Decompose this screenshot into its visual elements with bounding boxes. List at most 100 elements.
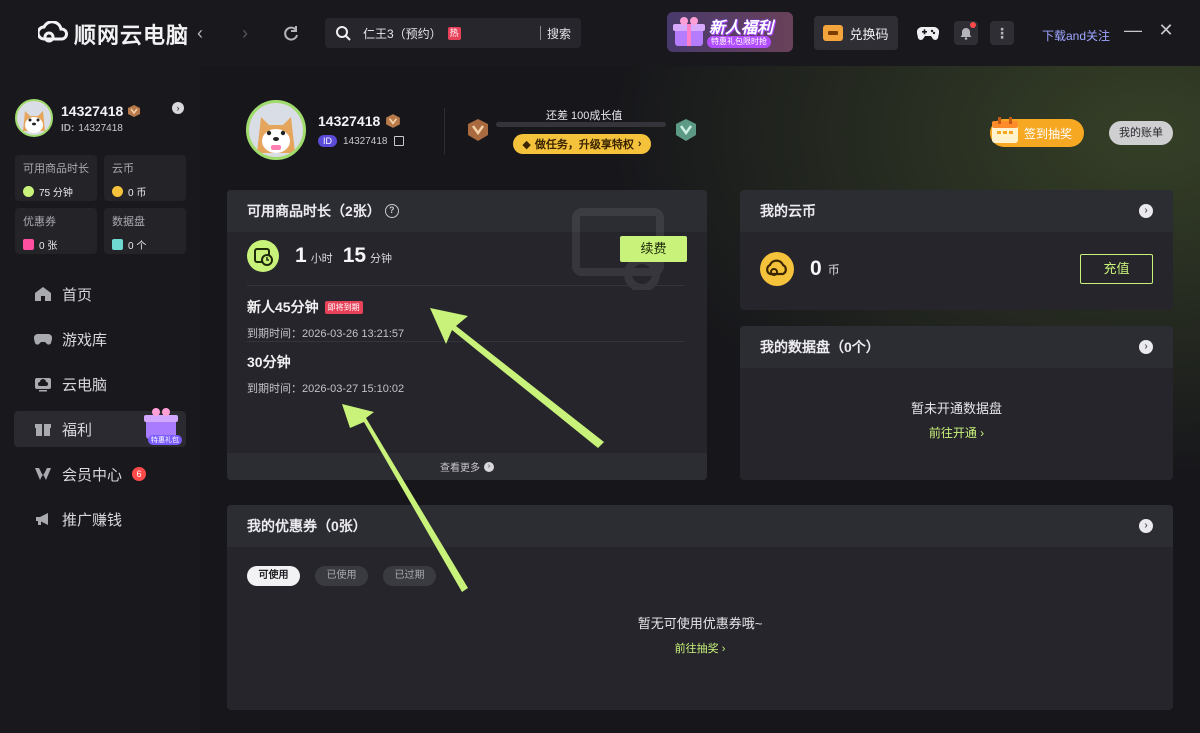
stat-card-coins[interactable]: 云币 0 币 — [104, 155, 186, 201]
vip-icon — [35, 468, 51, 480]
notification-dot — [970, 22, 976, 28]
vip-count-badge: 6 — [132, 467, 147, 481]
duration-hours: 1 — [295, 244, 307, 267]
back-arrow-icon[interactable]: ‹ — [191, 24, 209, 42]
sidebar-user[interactable]: 14327418 ID: 14327418 — [15, 99, 141, 137]
recharge-button[interactable]: 充值 — [1080, 254, 1153, 284]
stat-label: 数据盘 — [112, 216, 145, 228]
app-logo[interactable]: 顺网云电脑 — [38, 20, 189, 48]
open-disk-link[interactable]: 前往开通 › — [740, 424, 1173, 441]
coin-unit: 币 — [827, 262, 840, 277]
close-icon[interactable]: ✕ — [1154, 18, 1178, 42]
panel-title: 我的数据盘（0个） — [760, 339, 880, 355]
empty-state-text: 暂未开通数据盘 — [910, 401, 1002, 416]
header-divider — [444, 108, 445, 154]
data-disk-panel: 我的数据盘（0个） › 暂未开通数据盘 前往开通 › — [740, 326, 1173, 480]
renew-button[interactable]: 续费 — [620, 236, 687, 262]
forward-arrow-icon[interactable]: › — [236, 24, 254, 42]
coupon-panel-header[interactable]: 我的优惠券（0张） — [227, 505, 1173, 547]
sidebar-item-label: 游戏库 — [62, 331, 108, 349]
chevron-right-icon: › — [637, 138, 642, 150]
panel-title: 我的云币 — [760, 203, 816, 219]
level-badge-icon — [386, 114, 401, 128]
more-menu-button[interactable]: ⋮ — [990, 21, 1014, 45]
exchange-code-label: 兑换码 — [849, 26, 889, 42]
download-follow-link[interactable]: 下载and关注 — [1042, 27, 1110, 44]
stat-card-coupons[interactable]: 优惠券 0 张 — [15, 208, 97, 254]
profile-chevron-right-icon[interactable]: › — [172, 102, 184, 114]
profile-header: 14327418 ID 14327418 — [246, 100, 404, 160]
tab-available[interactable]: 可使用 — [247, 566, 300, 586]
tab-expired[interactable]: 已过期 — [383, 566, 436, 586]
gift-icon — [35, 424, 51, 436]
empty-state-text: 暂无可使用优惠券哦~ — [637, 616, 763, 631]
stat-card-duration[interactable]: 可用商品时长 75 分钟 — [15, 155, 97, 201]
coin-balance: 0 币 — [760, 252, 840, 286]
view-more-button[interactable]: 查看更多 › — [227, 453, 707, 480]
promo-subtitle: 特惠礼包限时抢 — [707, 36, 771, 48]
list-item: 30分钟 到期时间：2026-03-27 15:10:02 — [247, 352, 404, 396]
coin-panel-header[interactable]: 我的云币 — [740, 190, 1173, 232]
go-lottery-link[interactable]: 前往抽奖 › — [227, 640, 1173, 656]
chevron-right-icon[interactable]: › — [1139, 204, 1153, 218]
minimize-icon[interactable]: — — [1121, 18, 1145, 42]
timer-icon — [247, 240, 279, 272]
chevron-right-icon[interactable]: › — [1139, 519, 1153, 533]
ticket-title: 新人45分钟 — [247, 299, 319, 315]
promo-title: 新人福利 — [709, 20, 774, 37]
my-bill-button[interactable]: 我的账单 — [1109, 121, 1173, 145]
exchange-code-button[interactable]: 兑换码 — [814, 16, 898, 50]
profile-id-value: 14327418 — [343, 135, 388, 147]
search-bar[interactable]: 仁王3（预约） 热 搜索 — [325, 18, 581, 48]
panel-title: 可用商品时长（2张） — [247, 203, 381, 219]
expiring-soon-badge: 即将到期 — [324, 300, 363, 314]
refresh-icon[interactable] — [282, 24, 300, 42]
sidebar-item-home[interactable]: 首页 — [14, 276, 186, 312]
chevron-right-icon: › — [980, 426, 985, 440]
open-disk-label: 前往开通 — [928, 426, 977, 440]
panel-title: 我的优惠券（0张） — [247, 518, 367, 534]
coin-panel: 我的云币 › 0 币 充值 — [740, 190, 1173, 310]
help-icon[interactable]: ? — [384, 204, 399, 218]
tab-used[interactable]: 已使用 — [315, 566, 368, 586]
search-divider — [539, 26, 541, 40]
disk-icon — [112, 239, 123, 250]
chevron-right-icon[interactable]: › — [1139, 340, 1153, 354]
sidebar-item-label: 福利 — [62, 421, 93, 439]
profile-username: 14327418 — [318, 113, 381, 129]
newbie-promo-banner[interactable]: 新人福利 特惠礼包限时抢 — [667, 12, 793, 52]
current-level-badge-icon — [468, 119, 488, 141]
megaphone-icon — [36, 513, 48, 525]
sidebar-item-cloud-pc[interactable]: 云电脑 — [14, 366, 186, 402]
search-input[interactable]: 仁王3（预约） — [363, 25, 442, 42]
search-button[interactable]: 搜索 — [547, 25, 571, 42]
sign-in-lottery-button[interactable]: 签到抽奖 — [990, 117, 1084, 147]
sidebar-item-promote[interactable]: 推广赚钱 — [14, 501, 186, 537]
gamepad-icon — [34, 333, 52, 345]
duration-minutes: 15 — [342, 244, 367, 267]
avatar[interactable] — [246, 100, 306, 160]
do-tasks-button[interactable]: ◆ 做任务，升级享特权 › — [513, 134, 651, 154]
copy-icon[interactable] — [393, 136, 404, 146]
coin-value: 0 — [810, 257, 822, 280]
sidebar-item-welfare[interactable]: 福利 特惠礼包 — [14, 408, 186, 447]
chevron-right-icon: › — [484, 461, 494, 472]
level-badge-icon — [128, 104, 141, 117]
sidebar-item-vip-center[interactable]: 会员中心 6 — [14, 456, 186, 492]
sidebar-item-game-library[interactable]: 游戏库 — [14, 321, 186, 357]
notification-button[interactable] — [954, 21, 978, 45]
bell-icon — [960, 27, 972, 40]
clock-icon — [23, 186, 34, 197]
shiba-avatar-image — [17, 101, 51, 135]
avatar[interactable] — [15, 99, 53, 137]
gamepad-icon[interactable] — [917, 24, 939, 42]
view-more-label: 查看更多 — [440, 463, 480, 474]
id-value: 14327418 — [78, 122, 123, 134]
next-level-badge-icon — [676, 119, 696, 141]
sidebar: 14327418 ID: 14327418 › 可用商品时长 75 分钟 云币 0… — [0, 66, 200, 733]
stat-card-disk[interactable]: 数据盘 0 个 — [104, 208, 186, 254]
disk-panel-header[interactable]: 我的数据盘（0个） — [740, 326, 1173, 368]
search-icon — [336, 26, 351, 41]
list-item: 新人45分钟 即将到期 到期时间：2026-03-26 13:21:57 — [247, 297, 404, 341]
divider — [247, 341, 685, 342]
